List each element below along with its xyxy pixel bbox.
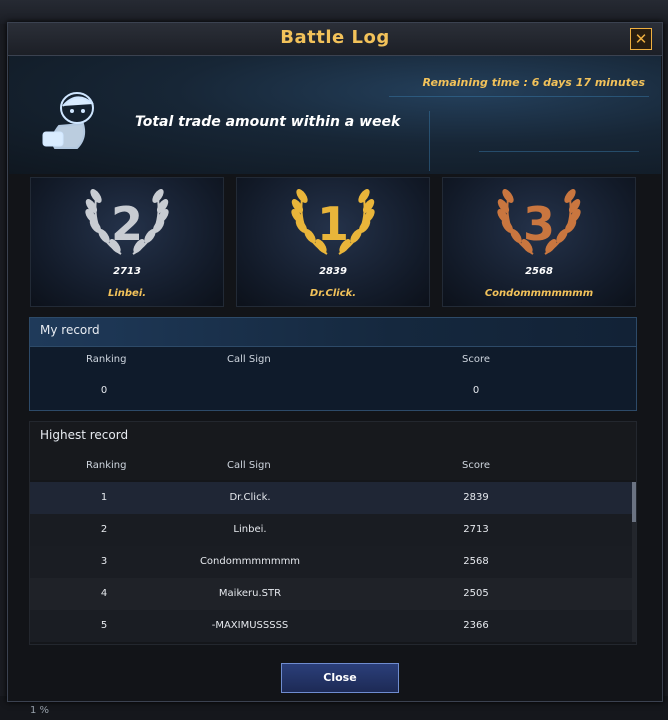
table-row[interactable]: 3 Condommmmmmm 2568: [30, 546, 632, 578]
podium-rank-2: 2 2713 Linbei.: [30, 177, 224, 307]
podium-rank-1: 1 2839 Dr.Click.: [236, 177, 430, 307]
rank-number: 3: [523, 197, 555, 251]
podium-score: 2839: [319, 266, 347, 277]
close-button[interactable]: Close: [281, 663, 399, 693]
row-ranking: 3: [100, 556, 108, 567]
row-ranking: 1: [100, 492, 108, 503]
laurel-silver-icon: 2: [85, 189, 169, 255]
event-description: Total trade amount within a week: [135, 114, 401, 130]
ranking-header: Ranking: [86, 354, 127, 365]
table-row[interactable]: 2 Linbei. 2713: [30, 514, 632, 546]
podium-rank-3: 3 2568 Condommmmmmm: [442, 177, 636, 307]
background-top-bar: [0, 0, 668, 24]
table-row[interactable]: 1 Dr.Click. 2839: [30, 482, 632, 514]
row-score: 2839: [463, 492, 489, 503]
my-score: 0: [472, 385, 480, 396]
title-bar: Battle Log ✕: [8, 23, 662, 56]
scrollbar[interactable]: [632, 482, 636, 642]
row-score: 2505: [463, 588, 489, 599]
background-percent: 1 %: [30, 705, 50, 716]
table-row[interactable]: 4 Maikeru.STR 2505: [30, 578, 632, 610]
row-call-sign: Maikeru.STR: [218, 588, 282, 599]
row-score: 2366: [463, 620, 489, 631]
my-record-title: My record: [40, 323, 100, 337]
ranking-header: Ranking: [86, 460, 127, 471]
row-ranking: 5: [100, 620, 108, 631]
highest-record-panel: Highest record Ranking Call Sign Score 1…: [29, 421, 637, 645]
close-icon[interactable]: ✕: [630, 28, 652, 50]
row-call-sign: -MAXIMUSSSSS: [211, 620, 289, 631]
rank-number: 2: [111, 197, 143, 251]
row-score: 2568: [463, 556, 489, 567]
podium-name: Condommmmmmm: [484, 288, 594, 299]
dialog-title: Battle Log: [280, 27, 390, 48]
row-call-sign: Dr.Click.: [229, 492, 271, 503]
podium-score: 2713: [113, 266, 141, 277]
podium-name: Linbei.: [107, 288, 147, 299]
score-header: Score: [462, 354, 491, 365]
podium-name: Dr.Click.: [309, 288, 357, 299]
call-sign-header: Call Sign: [227, 460, 271, 471]
row-score: 2713: [463, 524, 489, 535]
podium-score: 2568: [525, 266, 553, 277]
table-row[interactable]: 5 -MAXIMUSSSSS 2366: [30, 610, 632, 642]
remaining-time: Remaining time : 6 days 17 minutes: [422, 76, 645, 89]
row-ranking: 4: [100, 588, 108, 599]
laurel-bronze-icon: 3: [497, 189, 581, 255]
highest-record-title: Highest record: [40, 428, 129, 442]
score-header: Score: [462, 460, 491, 471]
highest-record-header: Highest record Ranking Call Sign Score: [30, 422, 636, 480]
laurel-gold-icon: 1: [291, 189, 375, 255]
call-sign-header: Call Sign: [227, 354, 271, 365]
row-call-sign: Condommmmmmm: [199, 556, 301, 567]
row-ranking: 2: [100, 524, 108, 535]
my-ranking: 0: [100, 385, 108, 396]
my-record-panel: My record Ranking Call Sign Score 0 0: [29, 317, 637, 411]
event-banner: Remaining time : 6 days 17 minutes Total…: [9, 56, 661, 174]
my-record-header: My record: [30, 318, 636, 347]
rank-number: 1: [317, 197, 349, 251]
highest-record-list[interactable]: 1 Dr.Click. 2839 2 Linbei. 2713 3 Condom…: [30, 482, 632, 642]
row-call-sign: Linbei.: [233, 524, 267, 535]
scrollbar-thumb[interactable]: [632, 482, 636, 522]
mascot-icon: [42, 92, 94, 149]
battle-log-dialog: Battle Log ✕ Remaining time : 6 days 17 …: [7, 22, 663, 702]
